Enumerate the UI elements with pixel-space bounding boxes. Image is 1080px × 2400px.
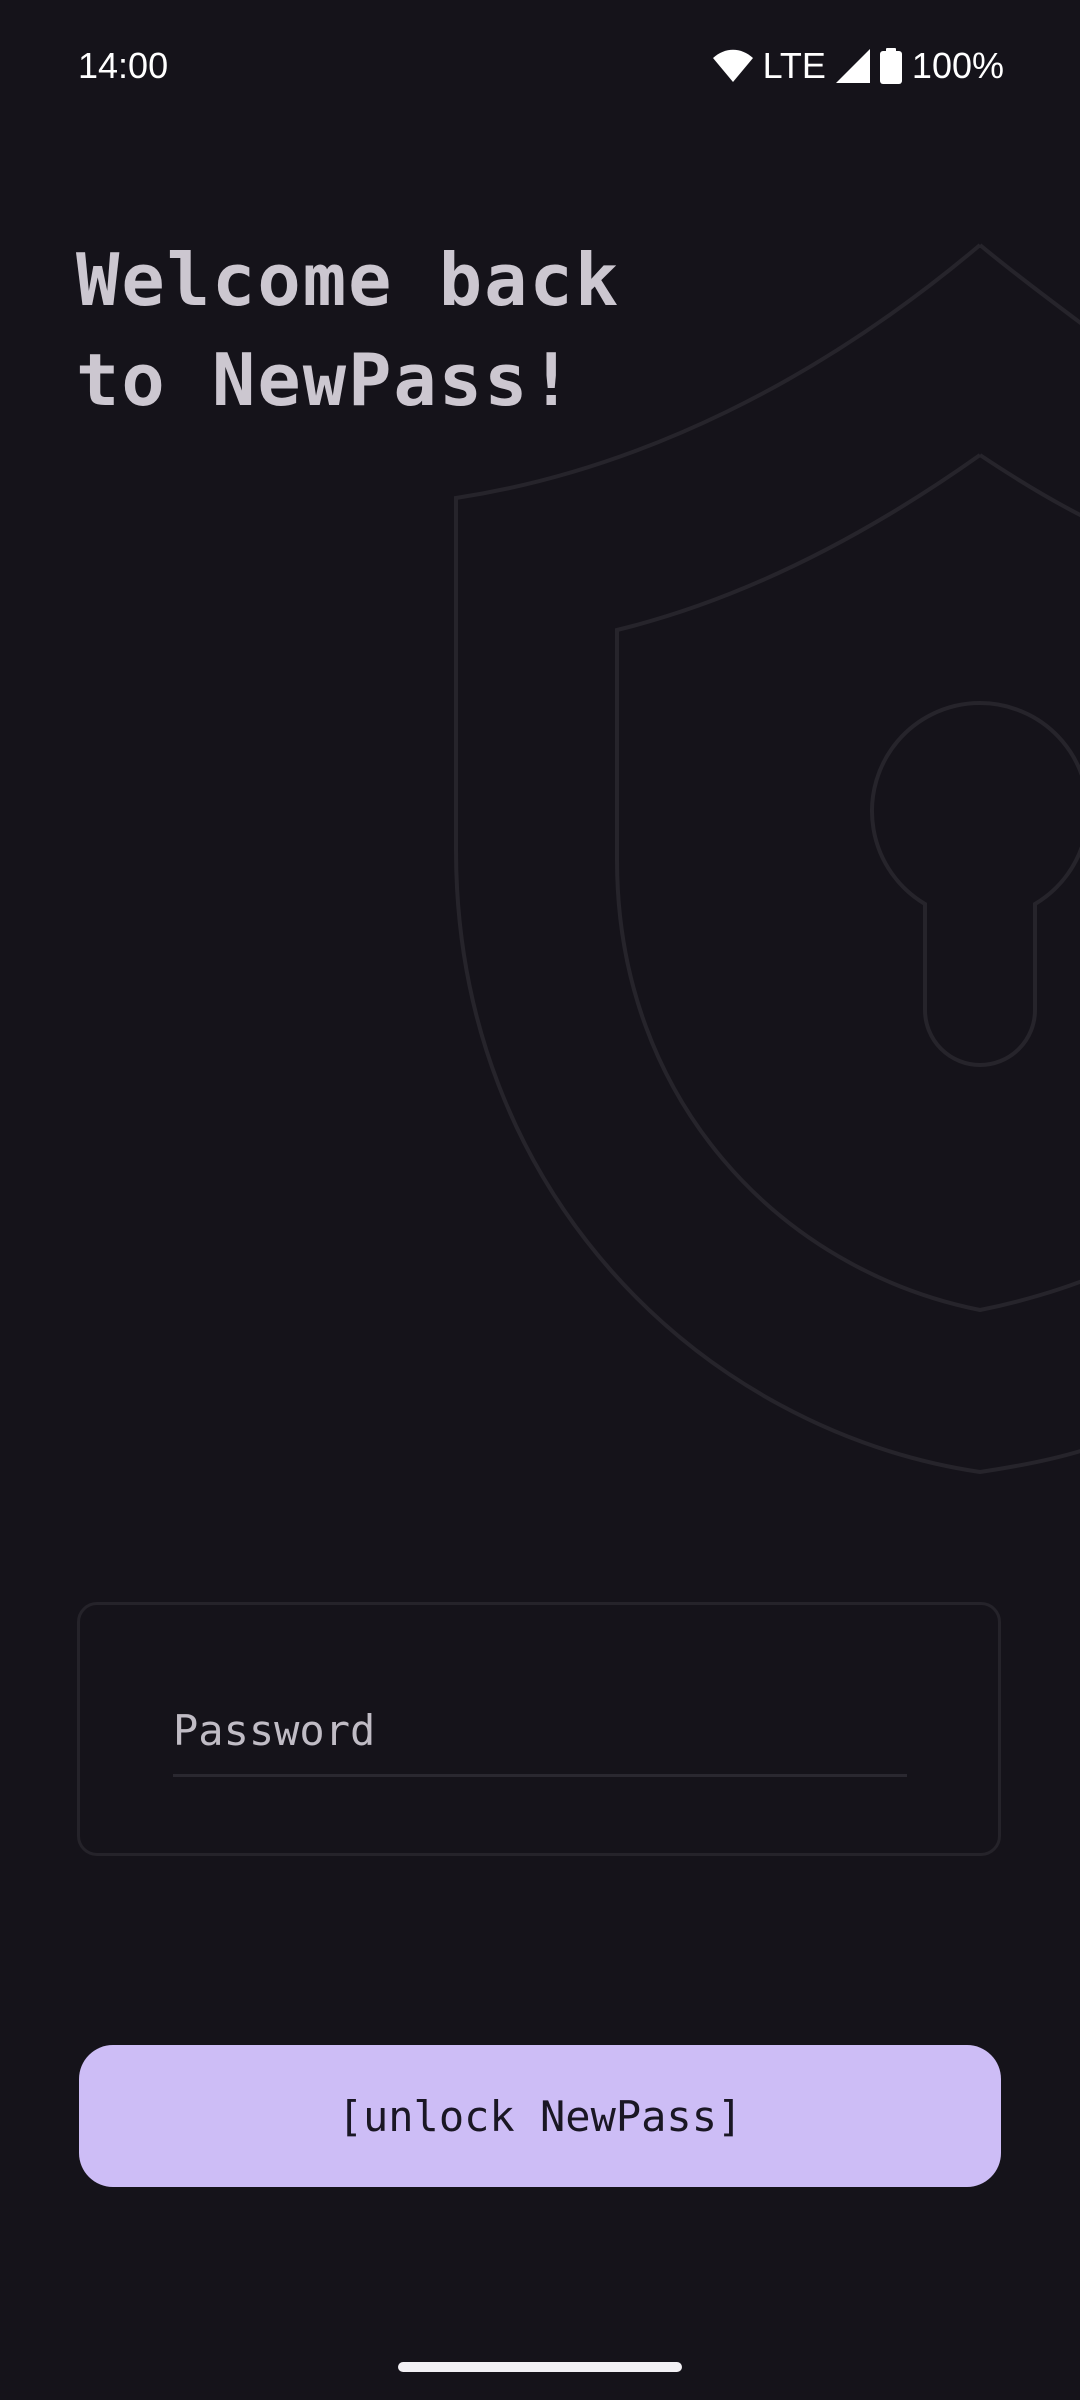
wifi-icon bbox=[712, 49, 753, 82]
password-card bbox=[77, 1602, 1001, 1856]
status-bar: 14:00 LTE 100% bbox=[0, 0, 1080, 130]
welcome-line-2: to NewPass! bbox=[76, 338, 575, 422]
unlock-button[interactable]: [unlock NewPass] bbox=[79, 2045, 1001, 2187]
welcome-line-1: Welcome back bbox=[76, 238, 621, 322]
cell-signal-icon bbox=[835, 49, 870, 83]
home-indicator[interactable] bbox=[398, 2362, 682, 2372]
status-time: 14:00 bbox=[78, 45, 169, 86]
password-input[interactable] bbox=[173, 1687, 907, 1777]
battery-percent: 100% bbox=[911, 45, 1004, 86]
welcome-title: Welcome back to NewPass! bbox=[76, 230, 620, 430]
status-icons: LTE 100% bbox=[712, 40, 1004, 92]
network-type: LTE bbox=[762, 45, 826, 86]
battery-icon bbox=[879, 48, 902, 84]
